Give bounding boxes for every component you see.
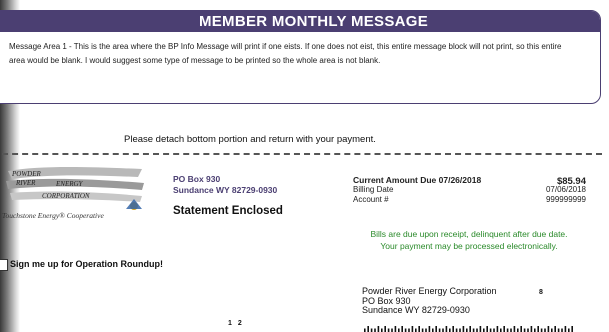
barcode-bar bbox=[554, 326, 556, 332]
detach-dashed-line bbox=[2, 153, 602, 155]
remit-address: Powder River Energy Corporation PO Box 9… bbox=[362, 286, 497, 316]
barcode-bar bbox=[370, 328, 373, 332]
barcode-bar bbox=[435, 326, 437, 332]
roundup-checkbox[interactable] bbox=[0, 259, 8, 271]
barcode-bar bbox=[428, 326, 431, 332]
barcode-bar bbox=[479, 326, 482, 332]
barcode-bar bbox=[540, 328, 543, 332]
logo-text-0: POWDER bbox=[11, 170, 41, 178]
current-due-row: Current Amount Due 07/26/2018 $85.94 bbox=[353, 175, 586, 187]
barcode-bar bbox=[377, 326, 380, 332]
barcode-bar bbox=[489, 328, 492, 332]
remit-code: 8 bbox=[539, 289, 543, 296]
barcode-bar bbox=[520, 326, 522, 332]
barcode-bar bbox=[537, 326, 539, 332]
barcode-bar bbox=[483, 328, 485, 332]
sender-address: PO Box 930 Sundance WY 82729-0930 bbox=[173, 174, 277, 196]
current-due-value: $85.94 bbox=[556, 176, 586, 187]
barcode-bar bbox=[571, 326, 573, 332]
barcode-bar bbox=[517, 328, 519, 332]
postal-barcode-icon bbox=[364, 326, 573, 332]
barcode-bar bbox=[391, 328, 393, 332]
barcode-bar bbox=[398, 328, 400, 332]
barcode-bar bbox=[561, 328, 563, 332]
barcode-bar bbox=[496, 326, 499, 332]
barcode-bar bbox=[445, 326, 448, 332]
detach-instruction: Please detach bottom portion and return … bbox=[124, 134, 376, 145]
barcode-bar bbox=[455, 328, 458, 332]
barcode-bar bbox=[493, 328, 495, 332]
barcode-bar bbox=[506, 328, 509, 332]
logo-text-3: CORPORATION bbox=[42, 192, 90, 200]
barcode-bar bbox=[408, 328, 410, 332]
barcode-bar bbox=[564, 326, 567, 332]
logo-text-2: ENERGY bbox=[55, 180, 84, 188]
account-row: Account # 999999999 bbox=[353, 195, 586, 205]
barcode-bar bbox=[438, 328, 441, 332]
barcode-bar bbox=[527, 328, 529, 332]
barcode-bar bbox=[568, 328, 570, 332]
barcode-bar bbox=[476, 328, 478, 332]
member-message-box: MEMBER MONTHLY MESSAGE Message Area 1 - … bbox=[0, 10, 601, 104]
remit-city-line: Sundance WY 82729-0930 bbox=[362, 305, 470, 315]
barcode-bar bbox=[469, 326, 471, 332]
barcode-bar bbox=[510, 328, 512, 332]
barcode-bar bbox=[367, 326, 369, 332]
barcode-bar bbox=[557, 328, 560, 332]
barcode-bar bbox=[534, 328, 536, 332]
barcode-bar bbox=[530, 326, 533, 332]
payment-notice-line-2: Your payment may be processed electronic… bbox=[380, 240, 558, 251]
logo-tagline: Touchstone Energy® Cooperative bbox=[2, 211, 104, 220]
account-label: Account # bbox=[353, 195, 389, 204]
member-message-body: Message Area 1 - This is the area where … bbox=[9, 42, 562, 65]
barcode-bar bbox=[418, 326, 420, 332]
barcode-bar bbox=[544, 328, 546, 332]
barcode-bar bbox=[401, 326, 403, 332]
barcode-bar bbox=[387, 328, 390, 332]
barcode-bar bbox=[466, 328, 468, 332]
billing-date-row: Billing Date 07/06/2018 bbox=[353, 185, 586, 195]
barcode-bar bbox=[462, 326, 465, 332]
payment-notice-line-1: Bills are due upon receipt, delinquent a… bbox=[370, 229, 568, 239]
barcode-bar bbox=[415, 328, 417, 332]
barcode-bar bbox=[381, 328, 383, 332]
barcode-bar bbox=[523, 328, 526, 332]
barcode-bar bbox=[411, 326, 414, 332]
barcode-bar bbox=[503, 326, 505, 332]
barcode-bar bbox=[551, 328, 553, 332]
barcode-bar bbox=[449, 328, 451, 332]
barcode-bar bbox=[459, 328, 461, 332]
roundup-label: Sign me up for Operation Roundup! bbox=[10, 259, 163, 269]
company-logo: POWDER RIVER ENERGY CORPORATION Touchsto… bbox=[2, 165, 152, 225]
barcode-bar bbox=[394, 326, 397, 332]
member-message-title: MEMBER MONTHLY MESSAGE bbox=[0, 11, 600, 32]
barcode-bar bbox=[404, 328, 407, 332]
payment-notice: Bills are due upon receipt, delinquent a… bbox=[340, 229, 598, 252]
barcode-bar bbox=[421, 328, 424, 332]
barcode-bar bbox=[547, 326, 550, 332]
statement-enclosed-label: Statement Enclosed bbox=[173, 205, 283, 217]
barcode-bar bbox=[452, 326, 454, 332]
barcode-bar bbox=[500, 328, 502, 332]
barcode-bar bbox=[472, 328, 475, 332]
amount-summary: Current Amount Due 07/26/2018 $85.94 Bil… bbox=[353, 175, 586, 205]
logo-text-1: RIVER bbox=[15, 179, 36, 187]
billing-date-label: Billing Date bbox=[353, 185, 394, 194]
barcode-bar bbox=[384, 326, 386, 332]
sender-city-line: Sundance WY 82729-0930 bbox=[173, 185, 278, 195]
barcode-bar bbox=[486, 326, 488, 332]
barcode-bar bbox=[513, 326, 516, 332]
current-due-label: Current Amount Due 07/26/2018 bbox=[353, 175, 482, 185]
barcode-bar bbox=[425, 328, 427, 332]
account-value: 999999999 bbox=[545, 195, 586, 204]
page-marker: 1 2 bbox=[228, 320, 244, 327]
barcode-bar bbox=[364, 328, 366, 332]
barcode-bar bbox=[374, 328, 376, 332]
barcode-bar bbox=[442, 328, 444, 332]
logo-mark-icon: POWDER RIVER ENERGY CORPORATION bbox=[6, 167, 144, 210]
sender-po-box: PO Box 930 bbox=[173, 174, 221, 184]
barcode-bar bbox=[432, 328, 434, 332]
